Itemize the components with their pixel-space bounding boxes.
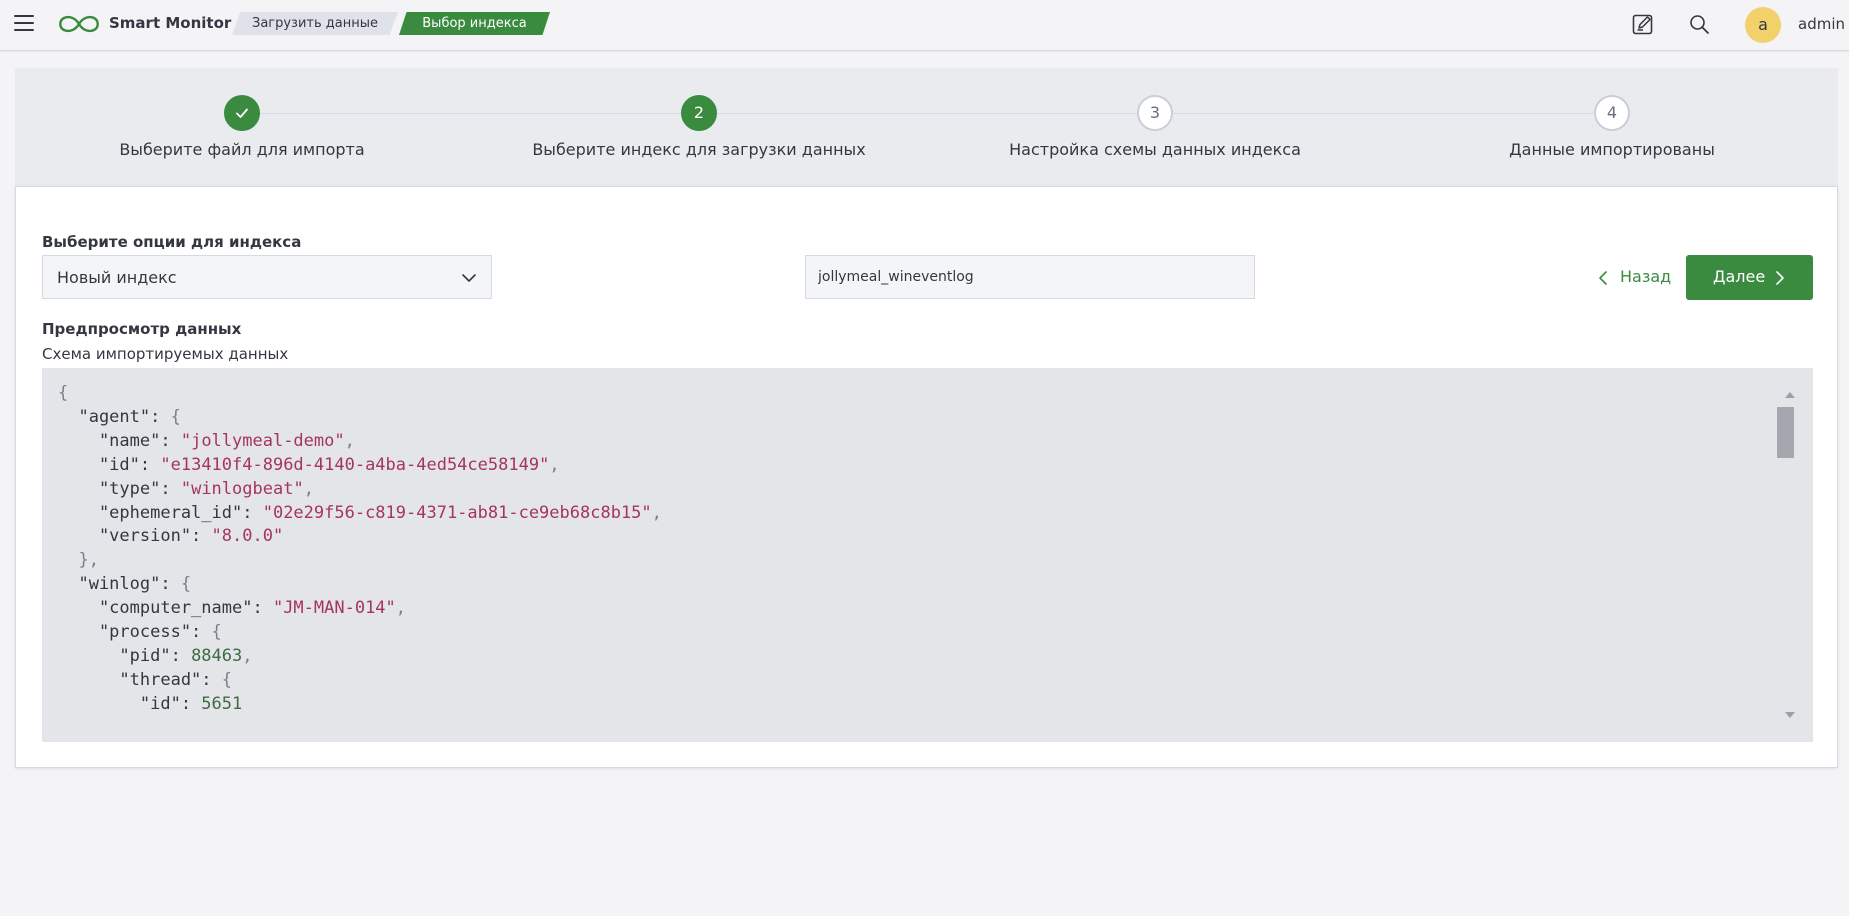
steps-progress: Выберите файл для импорта 2 Выберите инд…	[15, 68, 1838, 186]
step-3: 3 Настройка схемы данных индекса	[955, 95, 1355, 159]
back-button[interactable]: Назад	[1582, 255, 1692, 299]
infinity-logo-icon	[59, 15, 99, 33]
breadcrumb-select-index[interactable]: Выбор индекса	[399, 12, 550, 35]
index-option-select[interactable]: Новый индекс	[42, 255, 492, 299]
next-button-label: Далее	[1713, 267, 1766, 286]
check-icon	[236, 108, 248, 118]
chevron-right-icon	[1776, 271, 1784, 285]
edit-icon[interactable]	[1631, 12, 1655, 36]
step-3-circle: 3	[1137, 95, 1173, 131]
top-header: Smart Monitor Загрузить данные Выбор инд…	[0, 0, 1849, 51]
step-1-title: Выберите файл для импорта	[119, 140, 365, 159]
json-preview-code: { "agent": { "name": "jollymeal-demo", "…	[58, 383, 662, 714]
step-1: Выберите файл для импорта	[42, 95, 442, 159]
step-3-title: Настройка схемы данных индекса	[1009, 140, 1301, 159]
step-1-circle	[224, 95, 260, 131]
breadcrumb-upload-data[interactable]: Загрузить данные	[232, 12, 398, 35]
avatar[interactable]: a	[1745, 7, 1781, 43]
username[interactable]: admin	[1798, 15, 1845, 33]
menu-icon[interactable]	[14, 15, 34, 33]
step-2-title: Выберите индекс для загрузки данных	[532, 140, 866, 159]
data-preview-title: Предпросмотр данных	[42, 320, 242, 338]
scroll-up-arrow[interactable]	[1785, 392, 1795, 398]
scroll-down-arrow[interactable]	[1785, 712, 1795, 718]
data-preview-subtitle: Схема импортируемых данных	[42, 345, 289, 363]
search-icon[interactable]	[1687, 12, 1711, 36]
back-button-label: Назад	[1620, 267, 1672, 286]
index-name-input[interactable]	[805, 255, 1255, 299]
json-preview[interactable]: { "agent": { "name": "jollymeal-demo", "…	[42, 368, 1813, 742]
step-2-circle: 2	[681, 95, 717, 131]
chevron-down-icon	[462, 274, 476, 282]
step-4-circle: 4	[1594, 95, 1630, 131]
next-button[interactable]: Далее	[1686, 255, 1813, 300]
brand-name: Smart Monitor	[109, 14, 232, 32]
step-4-title: Данные импортированы	[1509, 140, 1715, 159]
scrollbar-thumb[interactable]	[1777, 407, 1794, 458]
chevron-left-icon	[1599, 271, 1607, 285]
index-option-value: Новый индекс	[57, 268, 177, 287]
index-options-label: Выберите опции для индекса	[42, 233, 302, 251]
step-2: 2 Выберите индекс для загрузки данных	[499, 95, 899, 159]
index-options-panel: Выберите опции для индекса Новый индекс …	[15, 186, 1838, 768]
step-4: 4 Данные импортированы	[1412, 95, 1812, 159]
